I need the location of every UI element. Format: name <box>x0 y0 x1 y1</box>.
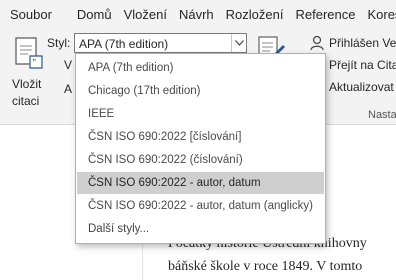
ribbon-group-label: Nasta <box>368 109 396 121</box>
style-dropdown-value: APA (7th edition) <box>79 37 169 51</box>
insert-citation-label-line1: Vložit <box>12 77 42 91</box>
tab-mailings[interactable]: Koresp <box>361 7 396 22</box>
style-option-ieee[interactable]: IEEE <box>77 103 324 125</box>
citation-style-dropdown-list: APA (7th edition) Chicago (17th edition)… <box>75 53 326 244</box>
signed-in-label: Přihlášen Ver <box>329 36 396 50</box>
tab-insert[interactable]: Vložení <box>118 7 173 22</box>
go-to-citation-label: Přejít na Citac <box>329 58 396 72</box>
style-dropdown[interactable]: APA (7th edition) <box>74 33 247 53</box>
tab-file[interactable]: Soubor <box>0 7 71 22</box>
insert-citation-icon: ” <box>15 37 43 69</box>
refresh-label: Aktualizovat <box>329 80 394 94</box>
style-option-csn-parentheses[interactable]: ČSN ISO 690:2022 (číslování) <box>77 149 324 171</box>
style-option-csn-author-date[interactable]: ČSN ISO 690:2022 - autor, datum <box>77 172 324 194</box>
style-option-apa[interactable]: APA (7th edition) <box>77 57 324 79</box>
style-option-chicago[interactable]: Chicago (17th edition) <box>77 80 324 102</box>
insert-citation-label: Vložit citaci <box>12 76 48 110</box>
insert-citation-label-line2: citaci <box>12 94 40 108</box>
tab-home[interactable]: Domů <box>71 7 118 22</box>
person-icon <box>308 34 326 52</box>
ribbon-tab-bar: Soubor Domů Vložení Návrh Rozložení Refe… <box>0 0 396 28</box>
chevron-down-icon[interactable] <box>231 34 246 52</box>
document-text-line[interactable]: báňské škole v roce 1849. V tomto <box>168 259 362 275</box>
style-label: Styl: <box>47 36 71 50</box>
style-option-csn-brackets[interactable]: ČSN ISO 690:2022 [číslování] <box>77 126 324 148</box>
signed-in-button[interactable]: Přihlášen Ver <box>308 34 396 52</box>
style-option-csn-author-date-english[interactable]: ČSN ISO 690:2022 - autor, datum (anglick… <box>77 195 324 217</box>
manage-sources-peek: V <box>64 58 73 72</box>
tab-references[interactable]: Reference <box>289 7 361 22</box>
bibliography-peek: A <box>64 82 73 96</box>
more-styles-link[interactable]: Další styly... <box>77 218 324 240</box>
svg-text:”: ” <box>33 58 36 69</box>
tab-layout[interactable]: Rozložení <box>220 7 290 22</box>
tab-design[interactable]: Návrh <box>173 7 220 22</box>
